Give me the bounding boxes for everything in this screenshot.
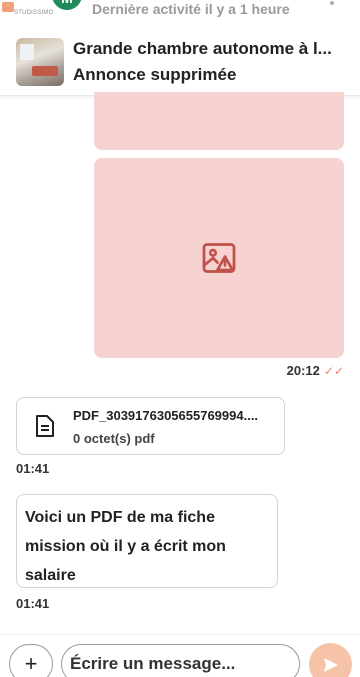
pdf-message-time: 01:41	[16, 461, 50, 476]
plus-icon: +	[24, 651, 38, 676]
text-message[interactable]: Voici un PDF de ma fiche mission où il y…	[16, 494, 278, 588]
listing-title: Grande chambre autonome à l...	[73, 39, 332, 58]
pdf-attachment[interactable]: PDF_3039176305655769994.... 0 octet(s) p…	[16, 397, 285, 455]
pdf-file-name: PDF_3039176305655769994....	[73, 408, 259, 423]
check-double-icon: ✓✓	[323, 363, 344, 378]
message-input-placeholder: Écrire un message...	[70, 654, 236, 673]
message-input[interactable]: Écrire un message...	[61, 644, 300, 677]
message-line-1: Voici un PDF de ma fiche	[25, 509, 215, 526]
message-composer: + Écrire un message...	[0, 634, 360, 677]
thumb-window	[20, 44, 34, 60]
logo-mark	[2, 2, 14, 12]
text-message-time: 01:41	[16, 596, 50, 611]
image-message-previous[interactable]	[94, 92, 344, 150]
add-attachment-button[interactable]: +	[9, 644, 53, 677]
send-button[interactable]	[309, 643, 352, 677]
avatar[interactable]: M	[52, 0, 82, 10]
logo-text: STUDISSIMO	[14, 10, 54, 16]
thumb-bed	[32, 66, 58, 76]
message-line-3: salaire	[25, 567, 76, 584]
pdf-file-size: 0 octet(s) pdf	[73, 431, 155, 446]
top-bar: STUDISSIMO M Dernière activité il y a 1 …	[0, 0, 360, 22]
image-message[interactable]	[94, 158, 344, 358]
more-icon[interactable]	[330, 1, 334, 5]
document-icon	[36, 415, 54, 437]
listing-status: Annonce supprimée	[73, 65, 237, 84]
message-time: 20:12	[286, 363, 320, 378]
app-logo: STUDISSIMO	[0, 0, 53, 22]
message-line-2: mission où il y a écrit mon	[25, 538, 226, 555]
listing-thumbnail	[16, 38, 64, 86]
send-icon	[323, 657, 338, 672]
listing-header[interactable]: Grande chambre autonome à l... Annonce s…	[0, 26, 360, 96]
image-message-time: 20:12 ✓✓	[287, 363, 344, 378]
broken-image-icon	[202, 243, 236, 273]
last-activity-text: Dernière activité il y a 1 heure	[92, 1, 290, 17]
